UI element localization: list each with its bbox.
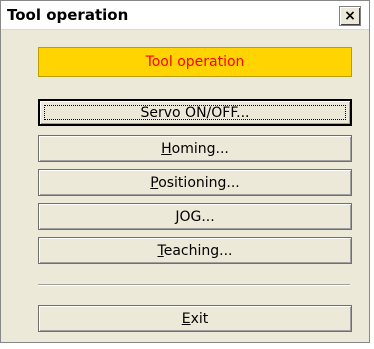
teaching-button[interactable]: Teaching...: [38, 237, 352, 264]
close-icon: ×: [344, 8, 356, 24]
jog-button[interactable]: JOG...: [38, 203, 352, 230]
separator: [38, 284, 350, 286]
homing-label: Homing...: [161, 140, 229, 157]
title-bar: Tool operation ×: [1, 1, 369, 30]
banner-text: Tool operation: [145, 54, 245, 70]
exit-button[interactable]: Exit: [38, 305, 352, 332]
tool-operation-dialog: Tool operation × Tool operation Servo ON…: [0, 0, 370, 343]
tool-operation-banner: Tool operation: [38, 47, 352, 77]
window-title: Tool operation: [7, 6, 129, 24]
positioning-button[interactable]: Positioning...: [38, 169, 352, 196]
close-button[interactable]: ×: [339, 6, 361, 26]
servo-on-off-label: Servo ON/OFF...: [140, 104, 250, 121]
positioning-label: Positioning...: [150, 174, 240, 191]
servo-on-off-button[interactable]: Servo ON/OFF...: [38, 99, 352, 126]
homing-button[interactable]: Homing...: [38, 135, 352, 162]
exit-label: Exit: [181, 310, 209, 327]
teaching-label: Teaching...: [157, 242, 233, 259]
jog-label: JOG...: [175, 208, 215, 225]
